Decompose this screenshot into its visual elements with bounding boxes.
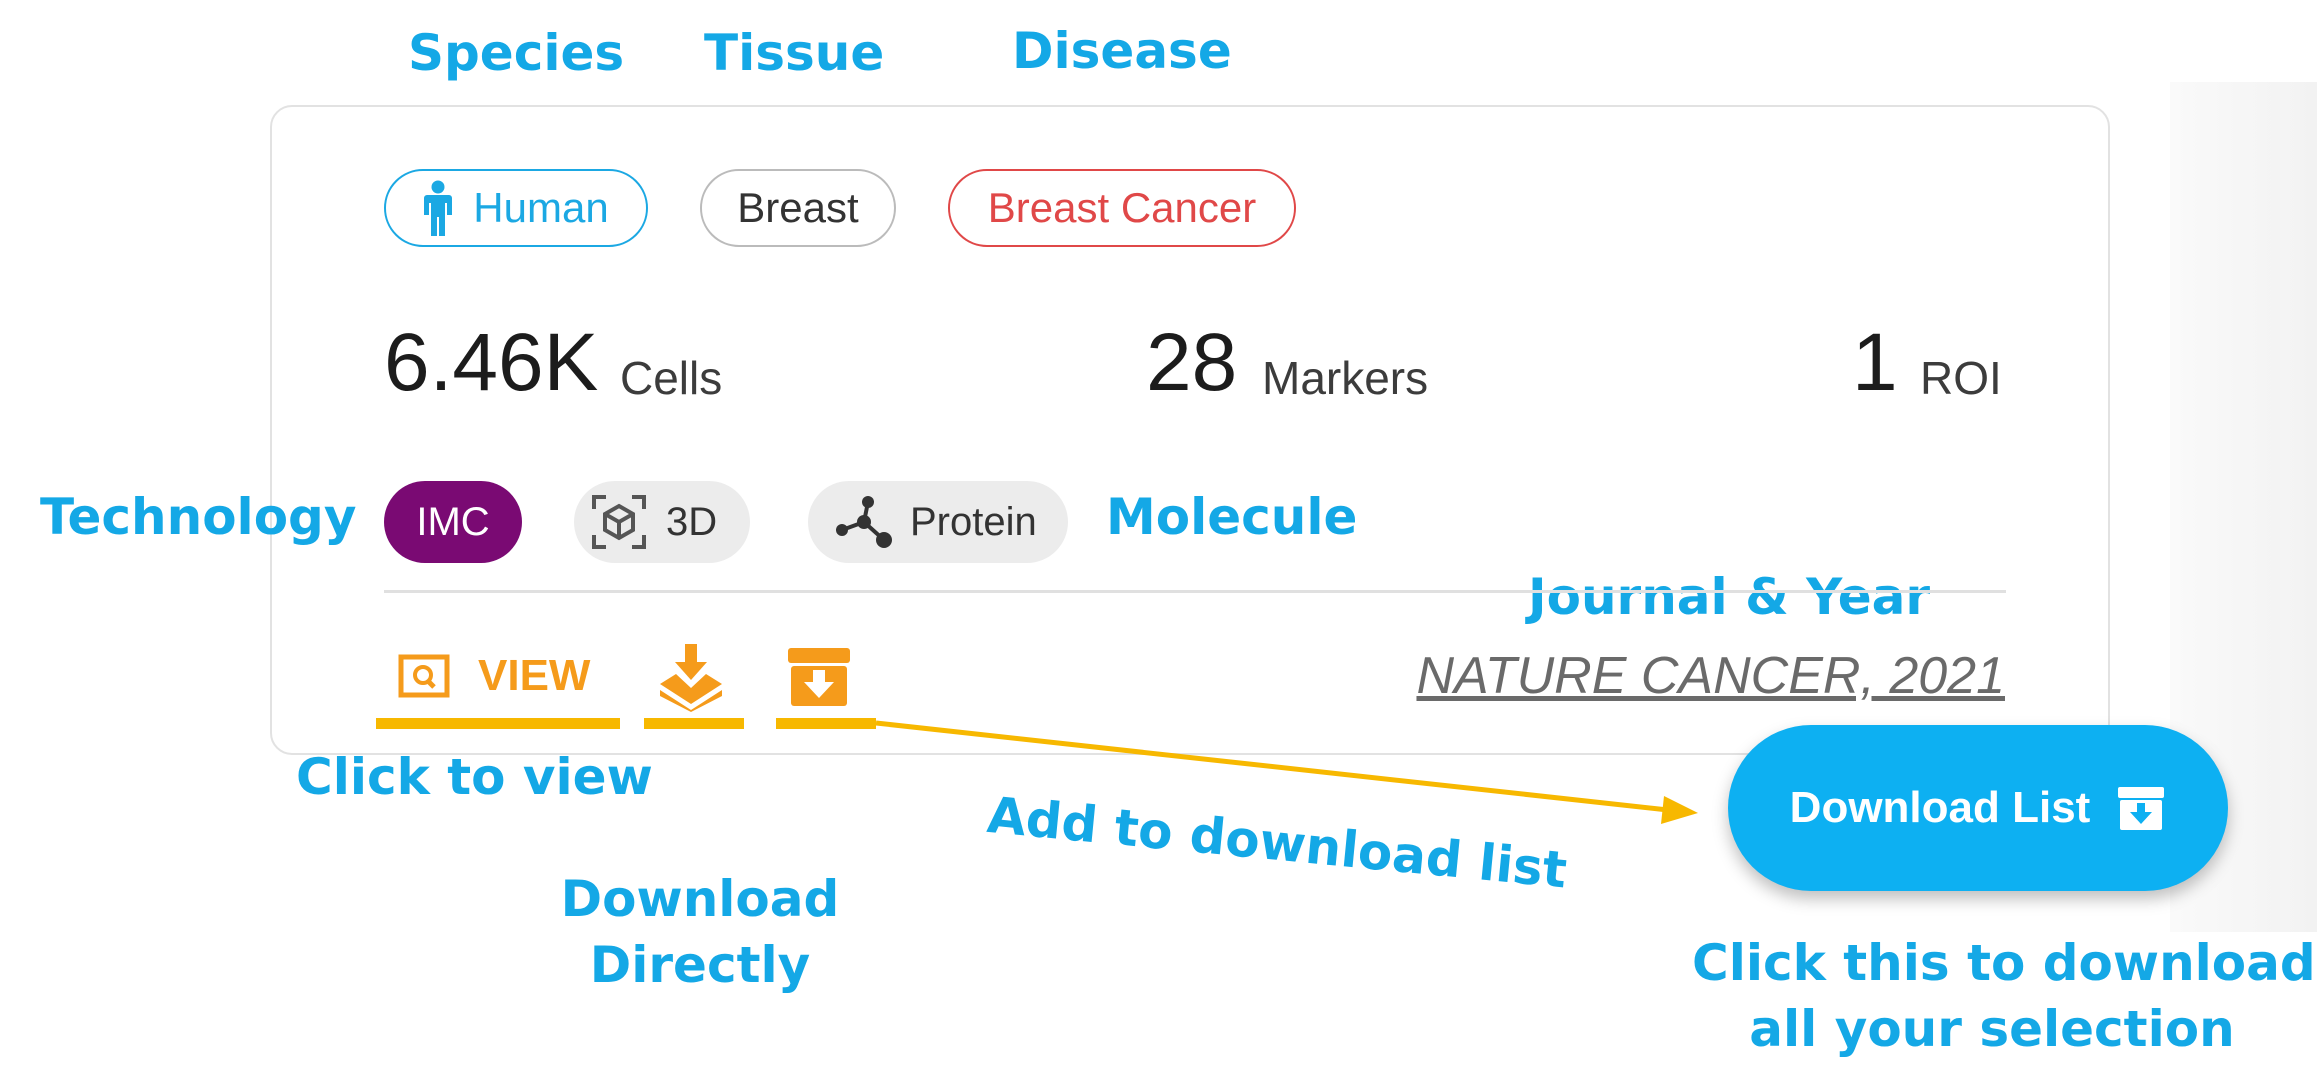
annotation-click-download-line2: all your selection	[1749, 1000, 2235, 1058]
annotation-click-download: Click this to download all your selectio…	[1692, 930, 2316, 1062]
annotation-download-directly-line1: Download	[560, 870, 840, 928]
archive-download-icon	[2116, 785, 2166, 831]
annotation-download-directly: Download Directly	[520, 866, 880, 998]
annotation-download-directly-line2: Directly	[589, 936, 811, 994]
download-list-button[interactable]: Download List	[1728, 725, 2228, 891]
annotation-click-download-line1: Click this to download	[1692, 934, 2316, 992]
pointer-arrow	[875, 720, 1698, 824]
annotation-click-to-view: Click to view	[296, 748, 653, 806]
download-list-label: Download List	[1789, 783, 2091, 832]
